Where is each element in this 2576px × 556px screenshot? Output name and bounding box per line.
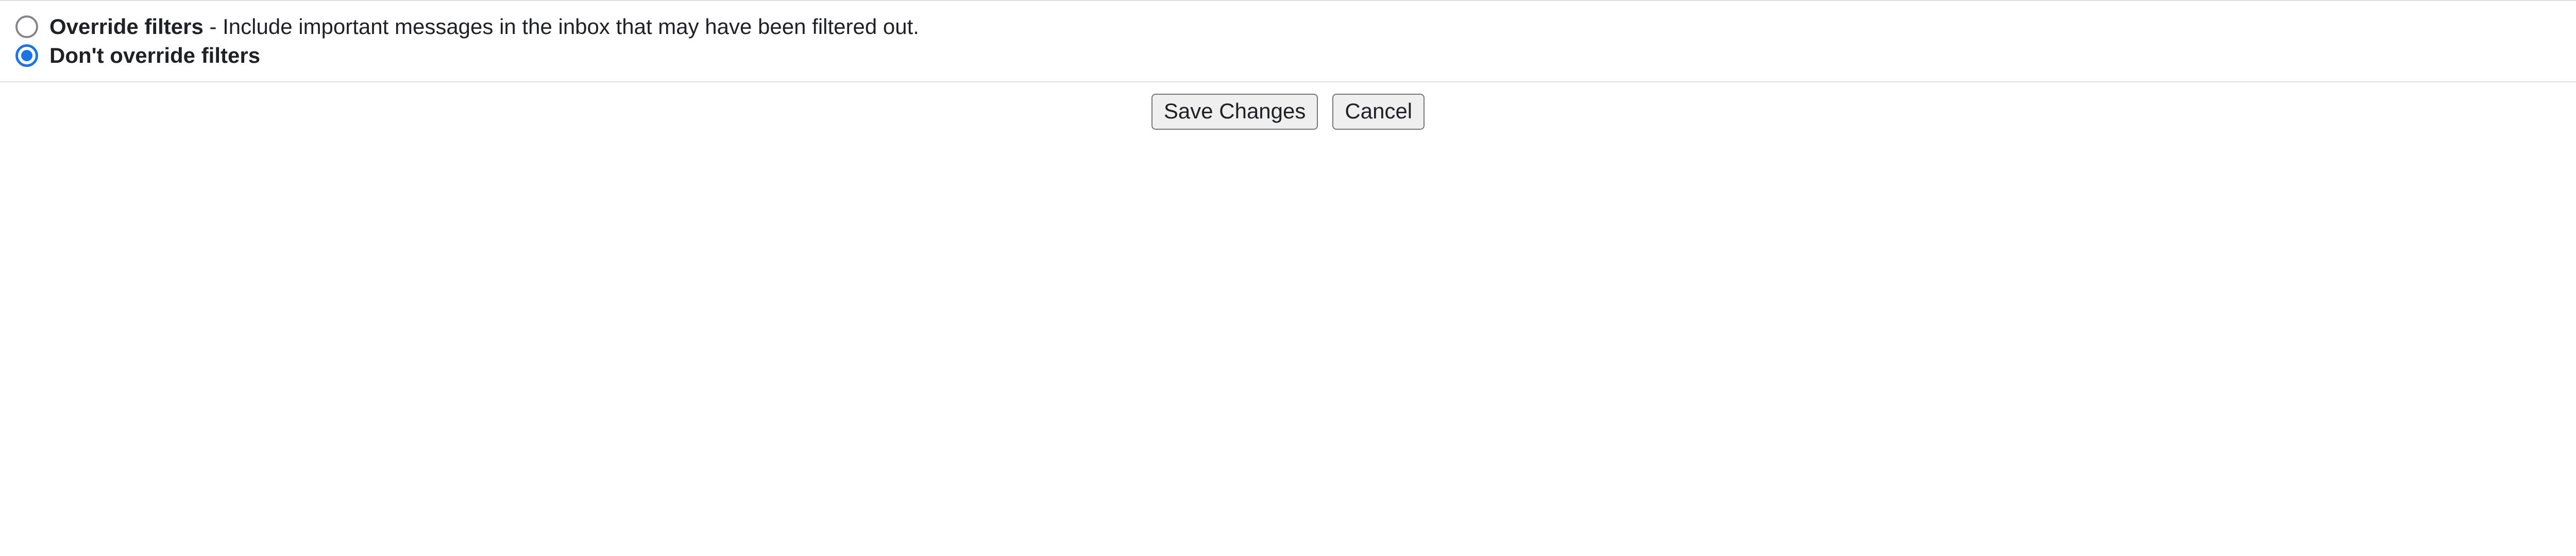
radio-row-dont-override[interactable]: Don't override filters — [15, 43, 2561, 68]
radio-label-dont-override-title: Don't override filters — [49, 43, 260, 67]
radio-label-dont-override: Don't override filters — [49, 43, 260, 68]
radio-label-override-title: Override filters — [49, 14, 204, 39]
button-row: Save Changes Cancel — [0, 82, 2576, 141]
filter-override-section: Override filters - Include important mes… — [0, 0, 2576, 82]
radio-override-filters[interactable] — [15, 15, 38, 38]
save-button[interactable]: Save Changes — [1151, 94, 1318, 130]
radio-selected-dot — [21, 50, 32, 61]
radio-label-override-desc: - Include important messages in the inbo… — [204, 14, 919, 39]
cancel-button[interactable]: Cancel — [1332, 94, 1425, 130]
radio-label-override: Override filters - Include important mes… — [49, 14, 919, 39]
radio-row-override[interactable]: Override filters - Include important mes… — [15, 14, 2561, 39]
radio-dont-override-filters[interactable] — [15, 44, 38, 67]
